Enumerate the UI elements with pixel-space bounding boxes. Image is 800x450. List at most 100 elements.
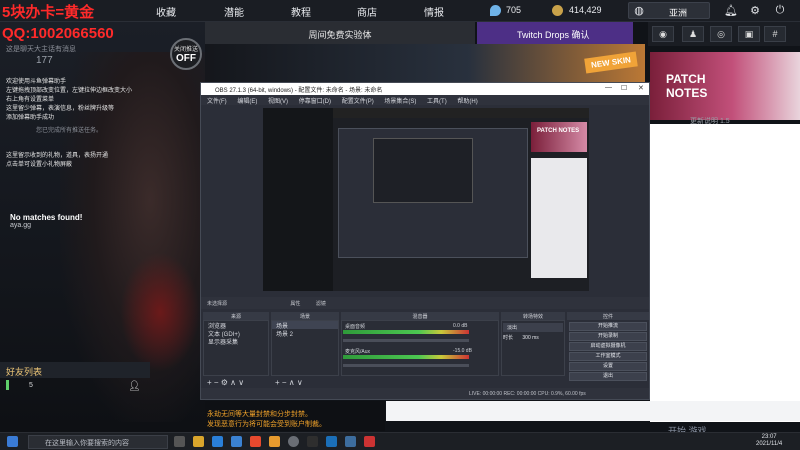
promo-strip xyxy=(205,44,645,84)
source-toolbar: 未选择源 属性 滤镜 xyxy=(201,297,649,309)
patch-notes-banner[interactable]: PATCH NOTES xyxy=(650,52,800,120)
source-item-display[interactable]: 显示器采集 xyxy=(204,337,268,346)
instruction-line: 欢迎使用斗鱼弹幕助手 xyxy=(6,79,67,85)
watermark-line2: QQ:1002066560 xyxy=(2,25,114,42)
app-icon-game[interactable] xyxy=(364,436,375,447)
profile-message: 这是聊天大主话有消息 xyxy=(6,46,76,53)
patch-notes-line1: PATCH xyxy=(666,72,706,86)
source-item-browser[interactable]: 浏览器 xyxy=(204,321,268,330)
source-item-text[interactable]: 文本 (GDI+) xyxy=(204,329,268,338)
edge-icon[interactable] xyxy=(212,436,223,447)
weekly-free-banner[interactable]: 周间免费实验体 xyxy=(205,22,475,44)
mixer-mic-label: 麦克风/Aux xyxy=(345,349,371,355)
friends-count-row: 5 xyxy=(6,380,146,394)
close-icon[interactable]: ✕ xyxy=(638,84,644,92)
steam-taskbar-icon[interactable] xyxy=(326,436,337,447)
menu-scene-collection[interactable]: 场景集合(S) xyxy=(384,99,416,105)
mixer-mic-db: -15.0 dB xyxy=(453,348,472,354)
power-icon[interactable]: ⏻ xyxy=(773,4,787,17)
aya-gg-label: aya.gg xyxy=(10,222,32,229)
instruction-line: 这里留少弹幕，表演信息，粉丝牌升级等 xyxy=(6,106,115,112)
store-icon[interactable] xyxy=(231,436,242,447)
exit-button[interactable]: 退出 xyxy=(569,372,647,381)
instruction-line: 这里留示收到的礼物，道具，表扬开通 xyxy=(6,153,109,159)
menu-help[interactable]: 帮助(H) xyxy=(457,99,477,105)
mic-volume-slider[interactable] xyxy=(343,364,469,367)
region-selector[interactable]: ◍ 亚洲 xyxy=(628,2,710,19)
app-icon-blue[interactable] xyxy=(345,436,356,447)
obs-taskbar-icon[interactable] xyxy=(288,436,299,447)
obs-preview[interactable]: PATCH NOTES xyxy=(263,108,589,291)
scene-item[interactable]: 场景 xyxy=(272,321,338,330)
add-friend-icon[interactable]: 👤︎ xyxy=(128,381,141,392)
file-explorer-icon[interactable] xyxy=(193,436,204,447)
warning-line2: 发现恶意行为将可能会受到账户制裁。 xyxy=(207,421,326,428)
coin-icon xyxy=(552,5,563,16)
scenes-dock-title: 场景 xyxy=(271,312,339,320)
sources-toolbar-icons[interactable]: + − ⚙ ∧ ∨ xyxy=(207,378,244,387)
nav-potential[interactable]: 潜能 xyxy=(224,4,244,19)
taskbar-search[interactable]: 在这里输入你要搜索的内容 xyxy=(28,435,168,449)
obs-window: OBS 27.1.3 (64-bit, windows) - 配置文件: 未命名… xyxy=(200,82,650,400)
minimize-icon[interactable]: — xyxy=(605,84,612,91)
hashtag-icon[interactable]: # xyxy=(764,26,786,42)
patch-notes-line2: NOTES xyxy=(666,86,708,100)
menu-profile[interactable]: 配置文件(P) xyxy=(342,99,374,105)
scene-item[interactable]: 场景 2 xyxy=(272,329,338,338)
controls-dock-title: 控件 xyxy=(567,312,649,320)
drop-icon xyxy=(490,5,501,16)
nav-shop[interactable]: 商店 xyxy=(357,4,377,19)
obs-menu-bar: 文件(F) 编辑(E) 视图(V) 停靠窗口(D) 配置文件(P) 场景集合(S… xyxy=(201,95,649,105)
menu-view[interactable]: 视图(V) xyxy=(268,99,288,105)
desktop-volume-slider[interactable] xyxy=(343,339,469,342)
filters-button[interactable]: 滤镜 xyxy=(316,301,326,307)
transition-select[interactable]: 淡出 xyxy=(503,323,563,332)
windows-taskbar: 在这里输入你要搜索的内容 23:07 2021/11/4 xyxy=(0,432,800,450)
transitions-dock-title: 转场特效 xyxy=(501,312,565,320)
steam-icon[interactable]: ◉ xyxy=(652,26,674,42)
preview-top-bar xyxy=(333,108,589,118)
twitch-drops-button[interactable]: Twitch Drops 确认 xyxy=(477,22,633,44)
menu-docks[interactable]: 停靠窗口(D) xyxy=(299,99,331,105)
nav-tutorial[interactable]: 教程 xyxy=(291,4,311,19)
nav-intel[interactable]: 情报 xyxy=(424,4,444,19)
game-top-bar: 收藏 潜能 教程 商店 情报 705 414,429 ◍ 亚洲 🔔︎ ⚙ ⏻ xyxy=(0,0,800,22)
app-icon-orange[interactable] xyxy=(269,436,280,447)
start-recording-button[interactable]: 开始录制 xyxy=(569,332,647,341)
studio-mode-button[interactable]: 工作室模式 xyxy=(569,352,647,361)
friends-list-header[interactable]: 好友列表 xyxy=(0,362,150,378)
menu-file[interactable]: 文件(F) xyxy=(207,99,227,105)
duration-value[interactable]: 300 ms xyxy=(522,335,538,341)
app-icon-dark[interactable] xyxy=(307,436,318,447)
no-source-selected: 未选择源 xyxy=(207,301,228,307)
nav-favorites[interactable]: 收藏 xyxy=(156,4,176,19)
sources-dock-title: 来源 xyxy=(203,312,269,320)
mixer-dock-title: 混音器 xyxy=(341,312,499,320)
app-icon-red[interactable] xyxy=(250,436,261,447)
instruction-line: 右上角有设置菜单 xyxy=(6,97,55,103)
drop-count: 705 xyxy=(506,5,522,15)
scenes-toolbar-icons[interactable]: + − ∧ ∨ xyxy=(275,378,303,387)
weibo-icon[interactable]: ◎ xyxy=(710,26,732,42)
maximize-icon[interactable]: ☐ xyxy=(621,84,627,92)
settings-gear-icon[interactable]: ⚙ xyxy=(748,4,762,17)
properties-button[interactable]: 属性 xyxy=(290,301,300,307)
coin-count: 414,429 xyxy=(569,5,602,15)
settings-button[interactable]: 设置 xyxy=(569,362,647,371)
sources-dock: 浏览器 文本 (GDI+) 显示器采集 xyxy=(203,320,269,376)
scenes-dock: 场景 场景 2 xyxy=(271,320,339,376)
push-off-badge[interactable]: 关闭推送 OFF xyxy=(170,38,202,70)
character-art-red xyxy=(120,252,200,372)
region-label: 亚洲 xyxy=(669,8,688,18)
menu-edit[interactable]: 编辑(E) xyxy=(237,99,257,105)
virtual-camera-button[interactable]: 启动虚拟摄像机 xyxy=(569,342,647,351)
mic-audio-meter xyxy=(343,355,469,359)
qq-icon[interactable]: ♟ xyxy=(682,26,704,42)
notification-bell-icon[interactable]: 🔔︎ xyxy=(724,4,738,17)
menu-tools[interactable]: 工具(T) xyxy=(427,99,447,105)
start-streaming-button[interactable]: 开始推流 xyxy=(569,322,647,331)
taskbar-clock[interactable]: 23:07 2021/11/4 xyxy=(756,434,782,448)
windows-start-icon[interactable] xyxy=(7,436,18,447)
task-view-icon[interactable] xyxy=(174,436,185,447)
bilibili-icon[interactable]: ▣ xyxy=(738,26,760,42)
